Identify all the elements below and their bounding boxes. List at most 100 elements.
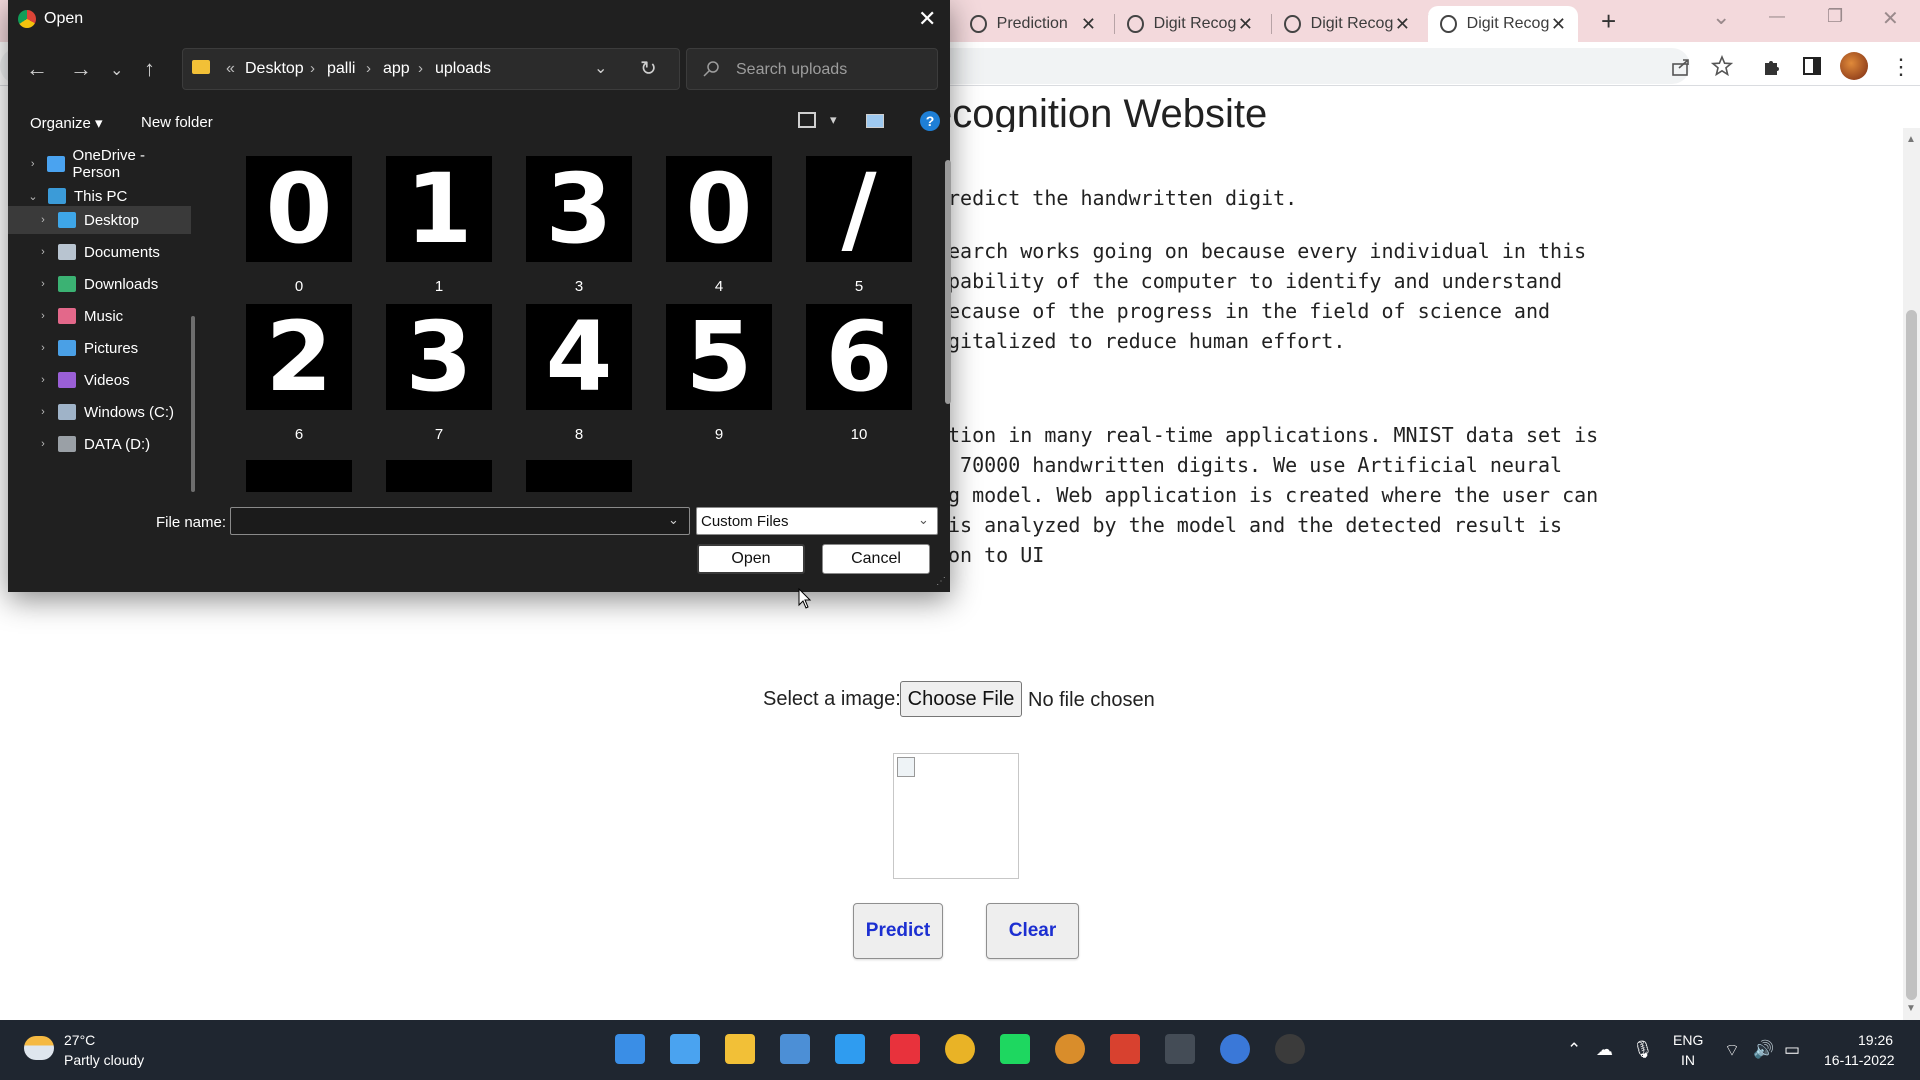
weather-icon[interactable] [24, 1036, 54, 1060]
resize-grip-icon[interactable]: ⋰ [936, 576, 946, 587]
nav-item[interactable]: › Pictures [8, 334, 191, 362]
file-list-scrollbar[interactable] [945, 160, 951, 404]
expand-chevron-icon[interactable]: › [36, 214, 50, 226]
mail-icon[interactable] [780, 1034, 810, 1064]
scroll-down-arrow[interactable]: ▼ [1906, 1003, 1916, 1014]
nav-item[interactable]: › Desktop [8, 206, 191, 234]
predict-button[interactable]: Predict [853, 903, 943, 959]
tab-close-icon[interactable]: ✕ [1395, 14, 1410, 35]
expand-chevron-icon[interactable]: › [36, 278, 50, 290]
language-indicator[interactable]: ENG [1673, 1032, 1703, 1048]
expand-chevron-icon[interactable]: › [36, 310, 50, 322]
vscode-icon[interactable] [835, 1034, 865, 1064]
search-icon[interactable] [670, 1034, 700, 1064]
forward-arrow-icon[interactable]: → [70, 56, 92, 82]
chrome-icon[interactable] [945, 1034, 975, 1064]
file-item[interactable]: 37 [384, 304, 494, 444]
file-type-dropdown-icon[interactable]: ⌄ [918, 512, 929, 528]
microphone-icon[interactable]: 🎙 [1632, 1040, 1654, 1060]
maximize-button[interactable]: ❐ [1827, 6, 1843, 27]
preview-pane-icon[interactable] [866, 114, 884, 128]
image-thumbnail[interactable] [246, 460, 352, 492]
expand-chevron-icon[interactable]: › [26, 158, 39, 170]
breadcrumb-item[interactable]: Desktop [245, 60, 304, 78]
volume-icon[interactable]: 🔊 [1753, 1040, 1774, 1060]
open-button[interactable]: Open [697, 544, 805, 574]
menu-icon[interactable]: ⋮ [1890, 54, 1912, 80]
back-arrow-icon[interactable]: ← [26, 56, 48, 82]
file-item[interactable]: 26 [244, 304, 354, 444]
image-thumbnail[interactable] [386, 460, 492, 492]
navigation-pane-scrollbar[interactable] [191, 316, 195, 492]
browser-tab[interactable]: Digit Recog ✕ [1115, 6, 1265, 42]
cancel-button[interactable]: Cancel [822, 544, 930, 574]
wifi-icon[interactable]: ⌔ [1724, 1040, 1740, 1061]
weather-temperature[interactable]: 27°C [64, 1032, 95, 1048]
breadcrumb-item[interactable]: uploads [435, 60, 491, 78]
chrome-profile2-icon[interactable] [1220, 1034, 1250, 1064]
image-thumbnail[interactable] [526, 460, 632, 492]
file-item[interactable]: 00 [244, 156, 354, 296]
breadcrumb-item[interactable]: app [383, 60, 410, 78]
tab-close-icon[interactable]: ✕ [1551, 14, 1566, 35]
expand-chevron-icon[interactable]: › [36, 406, 50, 418]
view-dropdown-icon[interactable]: ▾ [830, 112, 837, 128]
path-dropdown-icon[interactable]: ⌄ [594, 58, 607, 78]
profile-avatar[interactable] [1840, 52, 1868, 80]
browser-tab[interactable]: Prediction ✕ [958, 6, 1108, 42]
onedrive-tray-icon[interactable]: ☁ [1596, 1040, 1613, 1060]
star-icon[interactable] [1711, 55, 1733, 77]
weather-description[interactable]: Partly cloudy [64, 1052, 144, 1068]
dialog-close-button[interactable]: ✕ [918, 6, 936, 32]
tray-overflow-icon[interactable]: ⌃ [1567, 1040, 1581, 1060]
tab-close-icon[interactable]: ✕ [1081, 14, 1096, 35]
help-icon[interactable]: ? [920, 111, 940, 131]
file-type-select[interactable]: Custom Files [696, 507, 938, 535]
browser-tab[interactable]: Digit Recog ✕ [1272, 6, 1422, 42]
nav-item[interactable]: › Downloads [8, 270, 191, 298]
tab-search-icon[interactable]: ⌄ [1712, 4, 1730, 30]
tab-close-icon[interactable]: ✕ [1238, 14, 1253, 35]
minimize-button[interactable]: — [1769, 8, 1785, 26]
close-window-button[interactable]: ✕ [1882, 6, 1899, 31]
nav-item[interactable]: › Windows (C:) [8, 398, 191, 426]
clock-time[interactable]: 19:26 [1858, 1032, 1893, 1048]
page-scrollbar-thumb[interactable] [1906, 310, 1917, 1000]
file-item[interactable]: 6 10 [804, 304, 914, 444]
file-explorer-icon[interactable] [725, 1034, 755, 1064]
refresh-icon[interactable]: ↻ [640, 56, 657, 81]
extensions-icon[interactable] [1761, 55, 1783, 77]
file-item[interactable]: /5 [804, 156, 914, 296]
file-item[interactable]: 33 [524, 156, 634, 296]
language-region[interactable]: IN [1681, 1052, 1695, 1068]
office-icon[interactable] [1110, 1034, 1140, 1064]
sidepanel-icon[interactable] [1801, 55, 1823, 77]
expand-chevron-icon[interactable]: › [36, 374, 50, 386]
clock-date[interactable]: 16-11-2022 [1824, 1052, 1895, 1068]
scroll-up-arrow[interactable]: ▲ [1906, 134, 1916, 145]
file-item[interactable]: 48 [524, 304, 634, 444]
choose-file-button[interactable]: Choose File [900, 681, 1022, 717]
terminal-icon[interactable] [1165, 1034, 1195, 1064]
nav-item[interactable]: › Music [8, 302, 191, 330]
expand-chevron-icon[interactable]: › [36, 342, 50, 354]
nav-item[interactable]: › OneDrive - Person [8, 147, 191, 181]
start-icon[interactable] [615, 1034, 645, 1064]
file-item[interactable]: 59 [664, 304, 774, 444]
up-arrow-icon[interactable]: ↑ [144, 56, 155, 82]
file-name-dropdown-icon[interactable]: ⌄ [668, 512, 679, 528]
app-red-icon[interactable] [890, 1034, 920, 1064]
nav-item[interactable]: › Documents [8, 238, 191, 266]
nav-item[interactable]: › DATA (D:) [8, 430, 191, 458]
share-icon[interactable] [1670, 56, 1692, 78]
clear-button[interactable]: Clear [986, 903, 1079, 959]
expand-chevron-icon[interactable]: › [36, 246, 50, 258]
expand-chevron-icon[interactable]: ⌄ [26, 190, 40, 203]
file-item[interactable]: 11 [384, 156, 494, 296]
expand-chevron-icon[interactable]: › [36, 438, 50, 450]
browser-tab[interactable]: Digit Recog ✕ [1428, 6, 1578, 42]
spotify-icon[interactable] [1000, 1034, 1030, 1064]
battery-icon[interactable]: ▭ [1784, 1040, 1800, 1060]
breadcrumb-item[interactable]: palli [327, 60, 355, 78]
file-item[interactable]: 04 [664, 156, 774, 296]
